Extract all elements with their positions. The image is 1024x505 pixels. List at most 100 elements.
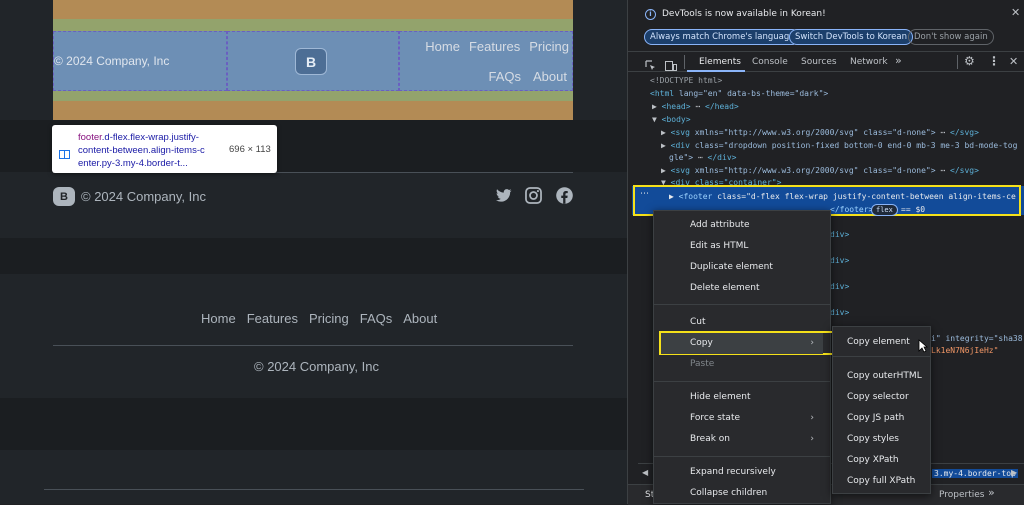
tab-network[interactable]: Network — [850, 57, 888, 67]
dom-line-head[interactable]: ▶ <head> ⋯ </head> — [652, 102, 739, 111]
footer-copyright: © 2024 Company, Inc — [54, 54, 170, 68]
footer-copyright: © 2024 Company, Inc — [81, 189, 206, 204]
more-tabs-icon[interactable]: » — [988, 486, 995, 499]
menu-duplicate-element[interactable]: Duplicate element — [654, 257, 830, 278]
nav-link-pricing[interactable]: Pricing — [529, 39, 569, 54]
submenu-copy-xpath[interactable]: Copy XPath — [833, 450, 930, 471]
banner-text: DevTools is now available in Korean! — [662, 9, 826, 19]
breadcrumb-item-footer[interactable]: 3.my-4.border-top — [932, 469, 1018, 478]
dom-fragment: div> — [830, 282, 850, 291]
submenu-arrow-icon: › — [810, 338, 814, 348]
tab-elements[interactable]: Elements — [687, 52, 745, 72]
footer-nav-row-1: Home Features Pricing — [425, 39, 569, 54]
page-viewport: © 2024 Company, Inc B Home Features Pric… — [0, 0, 627, 504]
submenu-copy-element[interactable]: Copy element — [833, 332, 930, 353]
tooltip-selector-line3: enter.py-3.my-4.border-t... — [78, 158, 188, 169]
copy-submenu: Copy element Copy outerHTML Copy selecto… — [832, 326, 931, 494]
dom-fragment: div> — [830, 256, 850, 265]
devtools-toolbar: Elements Console Sources Network » ⚙ ⋮ ✕ — [628, 52, 1024, 72]
flex-badge[interactable]: flex — [871, 204, 898, 216]
dom-line-svg-2[interactable]: ▶ <svg xmlns="http://www.w3.org/2000/svg… — [661, 166, 979, 175]
menu-copy[interactable]: Copy › — [661, 333, 823, 354]
menu-paste: Paste — [690, 359, 715, 369]
tab-console[interactable]: Console — [752, 57, 788, 67]
mouse-cursor-icon — [918, 338, 929, 353]
footer-border — [44, 489, 584, 490]
tab-sources[interactable]: Sources — [801, 57, 837, 67]
menu-separator — [654, 304, 830, 305]
more-options-icon[interactable]: ⋮ — [988, 54, 1000, 68]
nav-link-about[interactable]: About — [533, 69, 567, 84]
tooltip-selector-line2: content-between.align-items-c — [78, 145, 205, 156]
switch-korean-button[interactable]: Switch DevTools to Korean — [789, 29, 913, 45]
dom-line-div-dropdown[interactable]: ▶ <div class="dropdown position-fixed bo… — [661, 141, 1017, 150]
tooltip-size: 696 × 113 — [229, 144, 271, 155]
info-icon: i — [645, 9, 656, 20]
menu-delete-element[interactable]: Delete element — [654, 278, 830, 299]
close-devtools-icon[interactable]: ✕ — [1009, 55, 1018, 68]
tab-properties[interactable]: Properties — [939, 490, 984, 500]
nav-link-about[interactable]: About — [403, 311, 437, 326]
flex-layout-icon — [59, 144, 70, 159]
dom-line-footer[interactable]: ▶ <footer class="d-flex flex-wrap justif… — [669, 192, 1016, 201]
footer-copyright: © 2024 Company, Inc — [254, 359, 379, 374]
footer-nav-row-2: FAQs About — [489, 69, 568, 84]
inspect-tooltip: footer.d-flex.flex-wrap.justify- content… — [52, 125, 277, 173]
more-tabs-icon[interactable]: » — [895, 54, 902, 67]
submenu-arrow-icon: › — [810, 413, 814, 423]
submenu-copy-outerhtml[interactable]: Copy outerHTML — [833, 366, 930, 387]
menu-break-on[interactable]: Break on › — [654, 429, 830, 450]
nav-link-features[interactable]: Features — [469, 39, 520, 54]
menu-collapse-children[interactable]: Collapse children — [654, 483, 830, 504]
dom-line-doctype[interactable]: <!DOCTYPE html> — [650, 76, 722, 85]
submenu-copy-selector[interactable]: Copy selector — [833, 387, 930, 408]
menu-cut[interactable]: Cut — [654, 312, 830, 333]
dom-line-body[interactable]: ▼ <body> — [652, 115, 691, 124]
submenu-copy-styles[interactable]: Copy styles — [833, 429, 930, 450]
dom-line-html[interactable]: <html lang="en" data-bs-theme="dark"> — [650, 89, 828, 98]
nav-link-faqs[interactable]: FAQs — [360, 311, 393, 326]
highlight-padding-bottom — [53, 91, 573, 101]
settings-gear-icon[interactable]: ⚙ — [964, 54, 975, 68]
menu-expand-recursively[interactable]: Expand recursively — [654, 462, 830, 483]
device-toolbar-icon[interactable] — [665, 56, 677, 71]
row-ellipsis-icon[interactable]: ⋯ — [640, 189, 649, 199]
dom-fragment: div> — [830, 230, 850, 239]
breadcrumb-right-arrow-icon[interactable]: ▶ — [1011, 468, 1017, 477]
nav-link-home[interactable]: Home — [425, 39, 460, 54]
facebook-icon[interactable] — [555, 186, 574, 205]
dont-show-again-button[interactable]: Don't show again — [908, 29, 994, 45]
nav-link-pricing[interactable]: Pricing — [309, 311, 349, 326]
inspect-element-icon[interactable] — [645, 56, 656, 70]
divider-band — [0, 398, 627, 450]
nav-link-features[interactable]: Features — [247, 311, 298, 326]
menu-hide-element[interactable]: Hide element — [654, 387, 830, 408]
dom-line-div-dropdown-cont[interactable]: gle"> ⋯ </div> — [669, 153, 736, 162]
submenu-copy-js-path[interactable]: Copy JS path — [833, 408, 930, 429]
nav-link-faqs[interactable]: FAQs — [489, 69, 522, 84]
nav-link-home[interactable]: Home — [201, 311, 236, 326]
breadcrumb-left-arrow-icon[interactable]: ◀ — [642, 468, 648, 477]
bootstrap-logo-icon[interactable]: B — [295, 48, 327, 75]
menu-edit-as-html[interactable]: Edit as HTML — [654, 236, 830, 257]
dom-dollar-zero: == $0 — [901, 205, 926, 214]
menu-add-attribute[interactable]: Add attribute — [654, 215, 830, 236]
tooltip-selector: .d-flex.flex-wrap.justify- — [101, 132, 199, 143]
instagram-icon[interactable] — [524, 186, 543, 205]
submenu-copy-full-xpath[interactable]: Copy full XPath — [833, 471, 930, 492]
highlight-margin-top — [53, 0, 573, 19]
twitter-icon[interactable] — [494, 186, 513, 205]
dom-line-svg[interactable]: ▶ <svg xmlns="http://www.w3.org/2000/svg… — [661, 128, 979, 137]
menu-separator — [654, 381, 830, 382]
dom-line-footer-end: </footer> — [830, 205, 874, 214]
close-icon[interactable]: ✕ — [1011, 6, 1020, 19]
match-language-button[interactable]: Always match Chrome's language — [644, 29, 801, 45]
highlighted-footer[interactable]: © 2024 Company, Inc B Home Features Pric… — [53, 31, 573, 91]
dom-fragment: div> — [830, 308, 850, 317]
menu-force-state[interactable]: Force state › — [654, 408, 830, 429]
context-menu: Add attribute Edit as HTML Duplicate ele… — [653, 210, 917, 504]
toolbar-divider — [684, 55, 685, 69]
dom-fragment: i" integrity="sha38 — [931, 334, 1023, 343]
bootstrap-logo-icon[interactable]: B — [53, 187, 75, 206]
submenu-arrow-icon: › — [810, 434, 814, 444]
